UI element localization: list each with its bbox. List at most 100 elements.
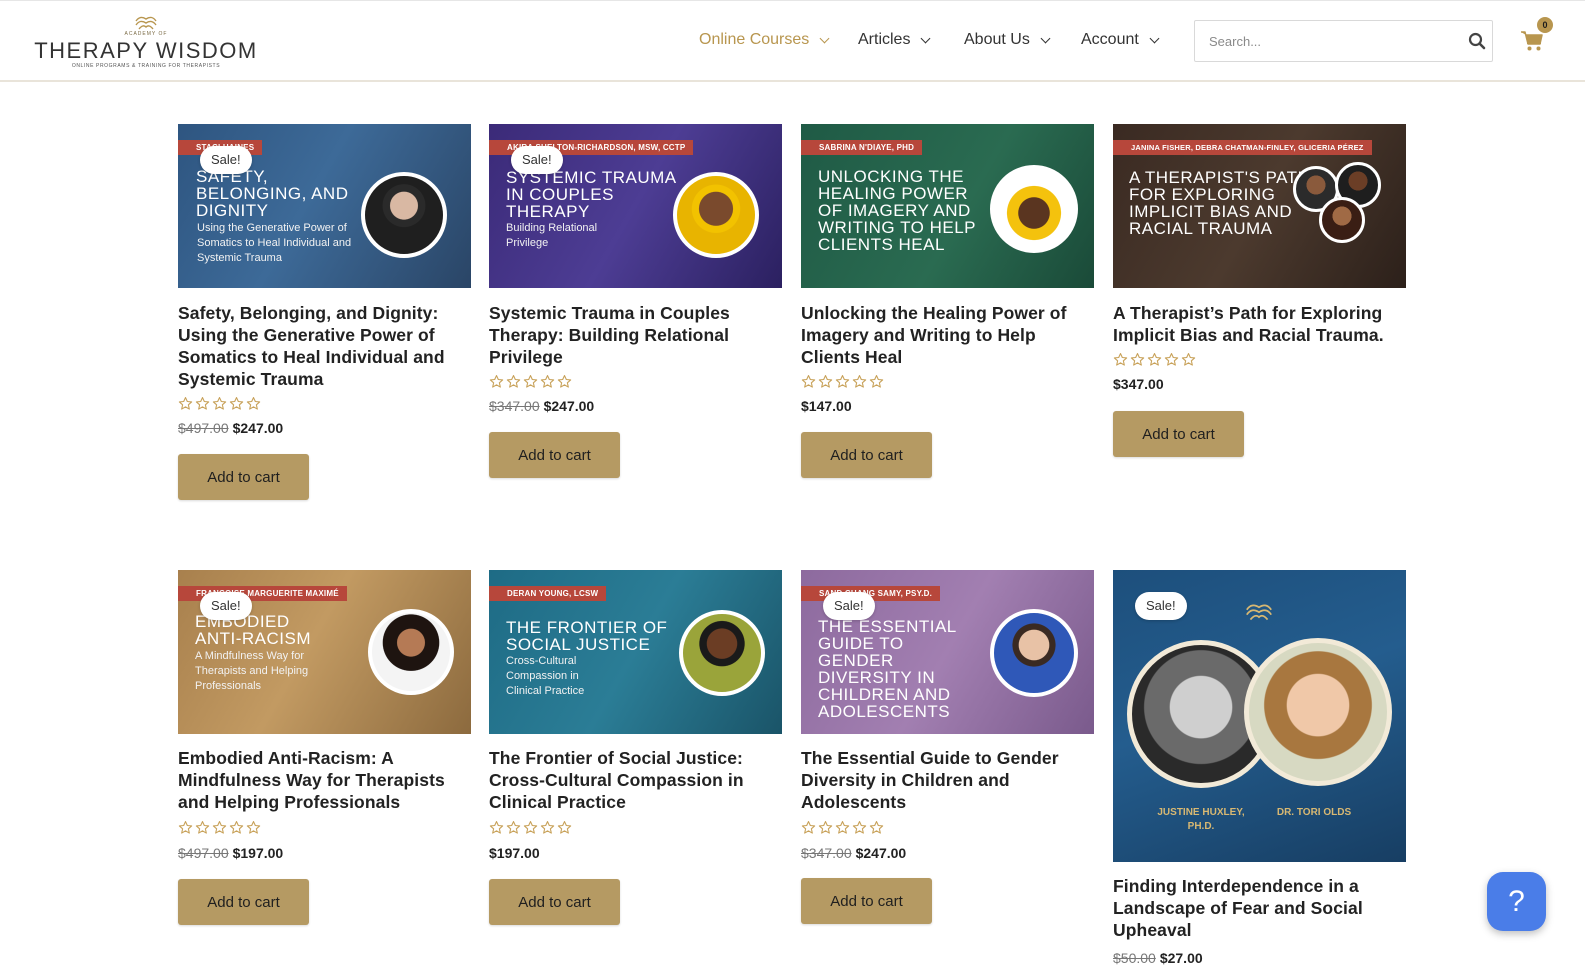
add-to-cart-button[interactable]: Add to cart bbox=[489, 879, 620, 925]
author-portrait bbox=[679, 610, 765, 696]
logo-mark-icon bbox=[135, 16, 157, 30]
product-title[interactable]: Unlocking the Healing Power of Imagery a… bbox=[801, 302, 1094, 368]
star-rating bbox=[489, 820, 572, 840]
star-rating bbox=[801, 374, 884, 394]
old-price: $347.00 bbox=[801, 845, 852, 861]
nav-label: Account bbox=[1081, 31, 1139, 48]
product-title[interactable]: Systemic Trauma in Couples Therapy: Buil… bbox=[489, 302, 782, 368]
thumb-author-tag: DERAN YOUNG, LCSW bbox=[489, 586, 607, 601]
product-thumbnail[interactable]: SAND CHANG SAMY, PSY.D. THE ESSENTIAL GU… bbox=[801, 570, 1094, 734]
add-to-cart-button[interactable]: Add to cart bbox=[1113, 411, 1244, 457]
product-thumbnail[interactable]: STACI HAINES SAFETY, BELONGING, AND DIGN… bbox=[178, 124, 471, 288]
current-price: $247.00 bbox=[543, 398, 595, 414]
star-icon bbox=[229, 820, 244, 840]
star-icon bbox=[835, 374, 850, 394]
sale-badge: Sale! bbox=[511, 146, 563, 174]
star-icon bbox=[801, 374, 816, 394]
chevron-down-icon bbox=[1040, 33, 1051, 43]
star-icon bbox=[178, 396, 193, 416]
star-icon bbox=[540, 820, 555, 840]
sale-badge: Sale! bbox=[200, 592, 252, 620]
author-portrait bbox=[673, 172, 759, 258]
star-icon bbox=[818, 820, 833, 840]
nav-online-courses[interactable]: Online Courses bbox=[699, 31, 830, 49]
author-portrait bbox=[1244, 638, 1392, 786]
product-title[interactable]: Safety, Belonging, and Dignity: Using th… bbox=[178, 302, 471, 390]
star-icon bbox=[852, 820, 867, 840]
star-icon bbox=[506, 820, 521, 840]
add-to-cart-button[interactable]: Add to cart bbox=[801, 878, 932, 924]
logo-tagline: ONLINE PROGRAMS & TRAINING FOR THERAPIST… bbox=[71, 63, 221, 69]
star-rating bbox=[1113, 352, 1196, 372]
product-thumbnail[interactable]: AKIRA SHELTON-RICHARDSON, MSW, CCTP SYST… bbox=[489, 124, 782, 288]
add-to-cart-button[interactable]: Add to cart bbox=[489, 432, 620, 478]
thumb-subtitle: A Mindfulness Way for Therapists and Hel… bbox=[195, 650, 309, 692]
logo-title: THERAPY WISDOM bbox=[34, 38, 258, 63]
old-price: $50.00 bbox=[1113, 950, 1156, 966]
author-portrait bbox=[990, 165, 1078, 253]
add-to-cart-button[interactable]: Add to cart bbox=[178, 454, 309, 500]
current-price: $247.00 bbox=[855, 845, 907, 861]
help-button[interactable]: ? bbox=[1487, 872, 1546, 931]
star-icon bbox=[195, 820, 210, 840]
current-price: $347.00 bbox=[1113, 376, 1164, 392]
star-icon bbox=[489, 820, 504, 840]
question-icon: ? bbox=[1508, 884, 1525, 918]
star-icon bbox=[195, 396, 210, 416]
search-button[interactable] bbox=[1462, 21, 1492, 61]
star-icon bbox=[852, 374, 867, 394]
star-icon bbox=[801, 820, 816, 840]
thumb-title: SYSTEMIC TRAUMA IN COUPLES THERAPY bbox=[506, 168, 676, 221]
thumb-subtitle: Using the Generative Power of Somatics t… bbox=[197, 222, 352, 264]
author-portrait bbox=[990, 609, 1078, 697]
add-to-cart-button[interactable]: Add to cart bbox=[178, 879, 309, 925]
old-price: $497.00 bbox=[178, 845, 229, 861]
thumb-title: THE FRONTIER OF SOCIAL JUSTICE bbox=[506, 618, 668, 654]
star-icon bbox=[523, 374, 538, 394]
product-title[interactable]: Finding Interdependence in a Landscape o… bbox=[1113, 875, 1406, 941]
search-input[interactable] bbox=[1195, 21, 1463, 61]
sale-badge: Sale! bbox=[823, 592, 875, 620]
nav-label: Articles bbox=[858, 31, 911, 48]
star-icon bbox=[818, 374, 833, 394]
current-price: $27.00 bbox=[1159, 950, 1203, 966]
nav-label: About Us bbox=[964, 31, 1030, 48]
product-thumbnail[interactable]: FRANÇOISE MARGUERITE MAXIMÉ EMBODIED ANT… bbox=[178, 570, 471, 734]
thumb-title: THE ESSENTIAL GUIDE TO GENDER DIVERSITY … bbox=[818, 617, 957, 721]
star-icon bbox=[212, 396, 227, 416]
product-thumbnail[interactable]: SABRINA N'DIAYE, PHD UNLOCKING THE HEALI… bbox=[801, 124, 1094, 288]
nav-label: Online Courses bbox=[699, 31, 810, 48]
star-icon bbox=[506, 374, 521, 394]
product-thumbnail[interactable]: JANINA FISHER, DEBRA CHATMAN-FINLEY, GLI… bbox=[1113, 124, 1406, 288]
star-icon bbox=[489, 374, 504, 394]
thumb-subtitle: Building Relational Privilege bbox=[506, 222, 598, 249]
star-rating bbox=[801, 820, 884, 840]
cart-icon[interactable] bbox=[1520, 30, 1544, 52]
product-title[interactable]: Embodied Anti-Racism: A Mindfulness Way … bbox=[178, 747, 471, 813]
star-icon bbox=[178, 820, 193, 840]
thumb-subtitle: Cross-Cultural Compassion in Clinical Pr… bbox=[506, 655, 585, 697]
current-price: $197.00 bbox=[232, 845, 284, 861]
add-to-cart-button[interactable]: Add to cart bbox=[801, 432, 932, 478]
sale-badge: Sale! bbox=[1135, 592, 1187, 620]
star-icon bbox=[1147, 352, 1162, 372]
nav-articles[interactable]: Articles bbox=[858, 31, 931, 49]
star-icon bbox=[246, 820, 261, 840]
product-title[interactable]: The Essential Guide to Gender Diversity … bbox=[801, 747, 1094, 813]
nav-account[interactable]: Account bbox=[1081, 31, 1160, 49]
product-title[interactable]: A Therapist’s Path for Exploring Implici… bbox=[1113, 302, 1406, 346]
star-icon bbox=[557, 820, 572, 840]
star-rating bbox=[178, 820, 261, 840]
product-price: $347.00 $247.00 bbox=[801, 845, 906, 861]
nav-about-us[interactable]: About Us bbox=[964, 31, 1051, 49]
site-logo[interactable]: ACADEMY OF THERAPY WISDOM ONLINE PROGRAM… bbox=[32, 13, 260, 71]
product-thumbnail[interactable]: JUSTINE HUXLEY, PH.D. DR. TORI OLDS Sale… bbox=[1113, 570, 1406, 862]
old-price: $497.00 bbox=[178, 420, 229, 436]
product-title[interactable]: The Frontier of Social Justice: Cross-Cu… bbox=[489, 747, 782, 813]
thumb-title: A THERAPIST'S PATH FOR EXPLORING IMPLICI… bbox=[1129, 168, 1311, 238]
logo-academy-text: ACADEMY OF bbox=[124, 31, 168, 37]
product-price: $497.00 $247.00 bbox=[178, 420, 283, 436]
search-box bbox=[1194, 20, 1493, 62]
star-icon bbox=[229, 396, 244, 416]
product-thumbnail[interactable]: DERAN YOUNG, LCSW THE FRONTIER OF SOCIAL… bbox=[489, 570, 782, 734]
